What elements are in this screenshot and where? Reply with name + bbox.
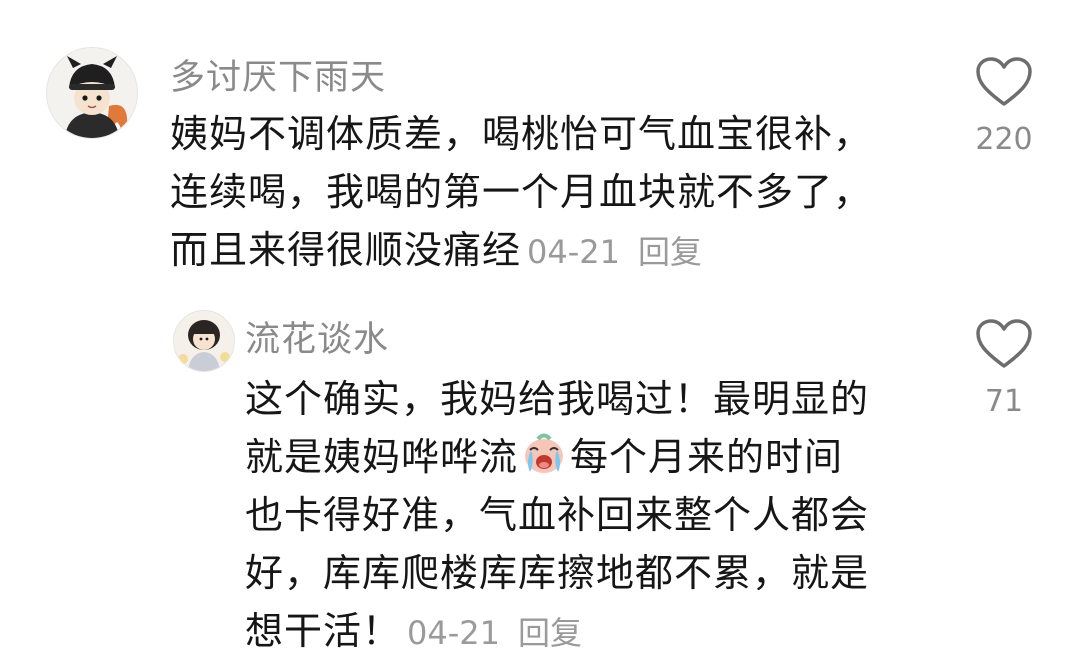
comment-line: 想干活！ 04-21 回复	[245, 602, 869, 662]
comment-line-text: 每个月来的时间	[570, 435, 844, 479]
user-avatar[interactable]	[46, 47, 138, 139]
heart-outline-icon[interactable]	[975, 56, 1033, 108]
comment-text: 姨妈不调体质差，喝桃怡可气血宝很补， 连续喝，我喝的第一个月血块就不多了， 而且…	[170, 105, 872, 281]
comment-line-text: 而且来得很顺没痛经	[170, 228, 522, 272]
reply-button[interactable]: 回复	[638, 233, 702, 271]
like-count: 220	[975, 122, 1033, 157]
like-count: 71	[984, 384, 1024, 419]
comment-line-text: 就是姨妈哗哗流	[245, 435, 519, 479]
comment-text: 这个确实，我妈给我喝过！最明显的 就是姨妈哗哗流 每个月来的时间 也卡得好准，气…	[245, 370, 869, 662]
comment-line: 这个确实，我妈给我喝过！最明显的	[245, 377, 870, 421]
comment-line-text: 想干活！	[245, 609, 402, 653]
comment-line: 姨妈不调体质差，喝桃怡可气血宝很补，	[170, 112, 873, 156]
comment-line: 好，库库爬楼库库擦地都不累，就是	[245, 551, 870, 595]
comment-line: 连续喝，我喝的第一个月血块就不多了，	[170, 170, 873, 214]
comment-username[interactable]: 流花谈水	[245, 311, 389, 362]
like-group: 220	[964, 56, 1044, 157]
comment-line: 也卡得好准，气血补回来整个人都会	[245, 493, 870, 537]
comment-meta: 04-21 回复	[407, 614, 582, 652]
comment-date: 04-21	[407, 614, 500, 652]
like-group: 71	[964, 318, 1044, 419]
fox-hat-cartoon-avatar-icon	[47, 48, 137, 138]
comment-date: 04-21	[527, 233, 620, 271]
heart-outline-icon[interactable]	[975, 318, 1033, 370]
comment-username[interactable]: 多讨厌下雨天	[170, 49, 386, 100]
comment-line: 而且来得很顺没痛经 04-21 回复	[170, 221, 872, 281]
girl-with-buns-avatar-icon	[174, 311, 234, 371]
user-avatar[interactable]	[173, 310, 235, 372]
comment-line: 就是姨妈哗哗流 每个月来的时间	[245, 428, 869, 486]
crying-face-emoji-icon	[525, 433, 564, 473]
comment-meta: 04-21 回复	[527, 233, 702, 271]
reply-button[interactable]: 回复	[518, 614, 582, 652]
